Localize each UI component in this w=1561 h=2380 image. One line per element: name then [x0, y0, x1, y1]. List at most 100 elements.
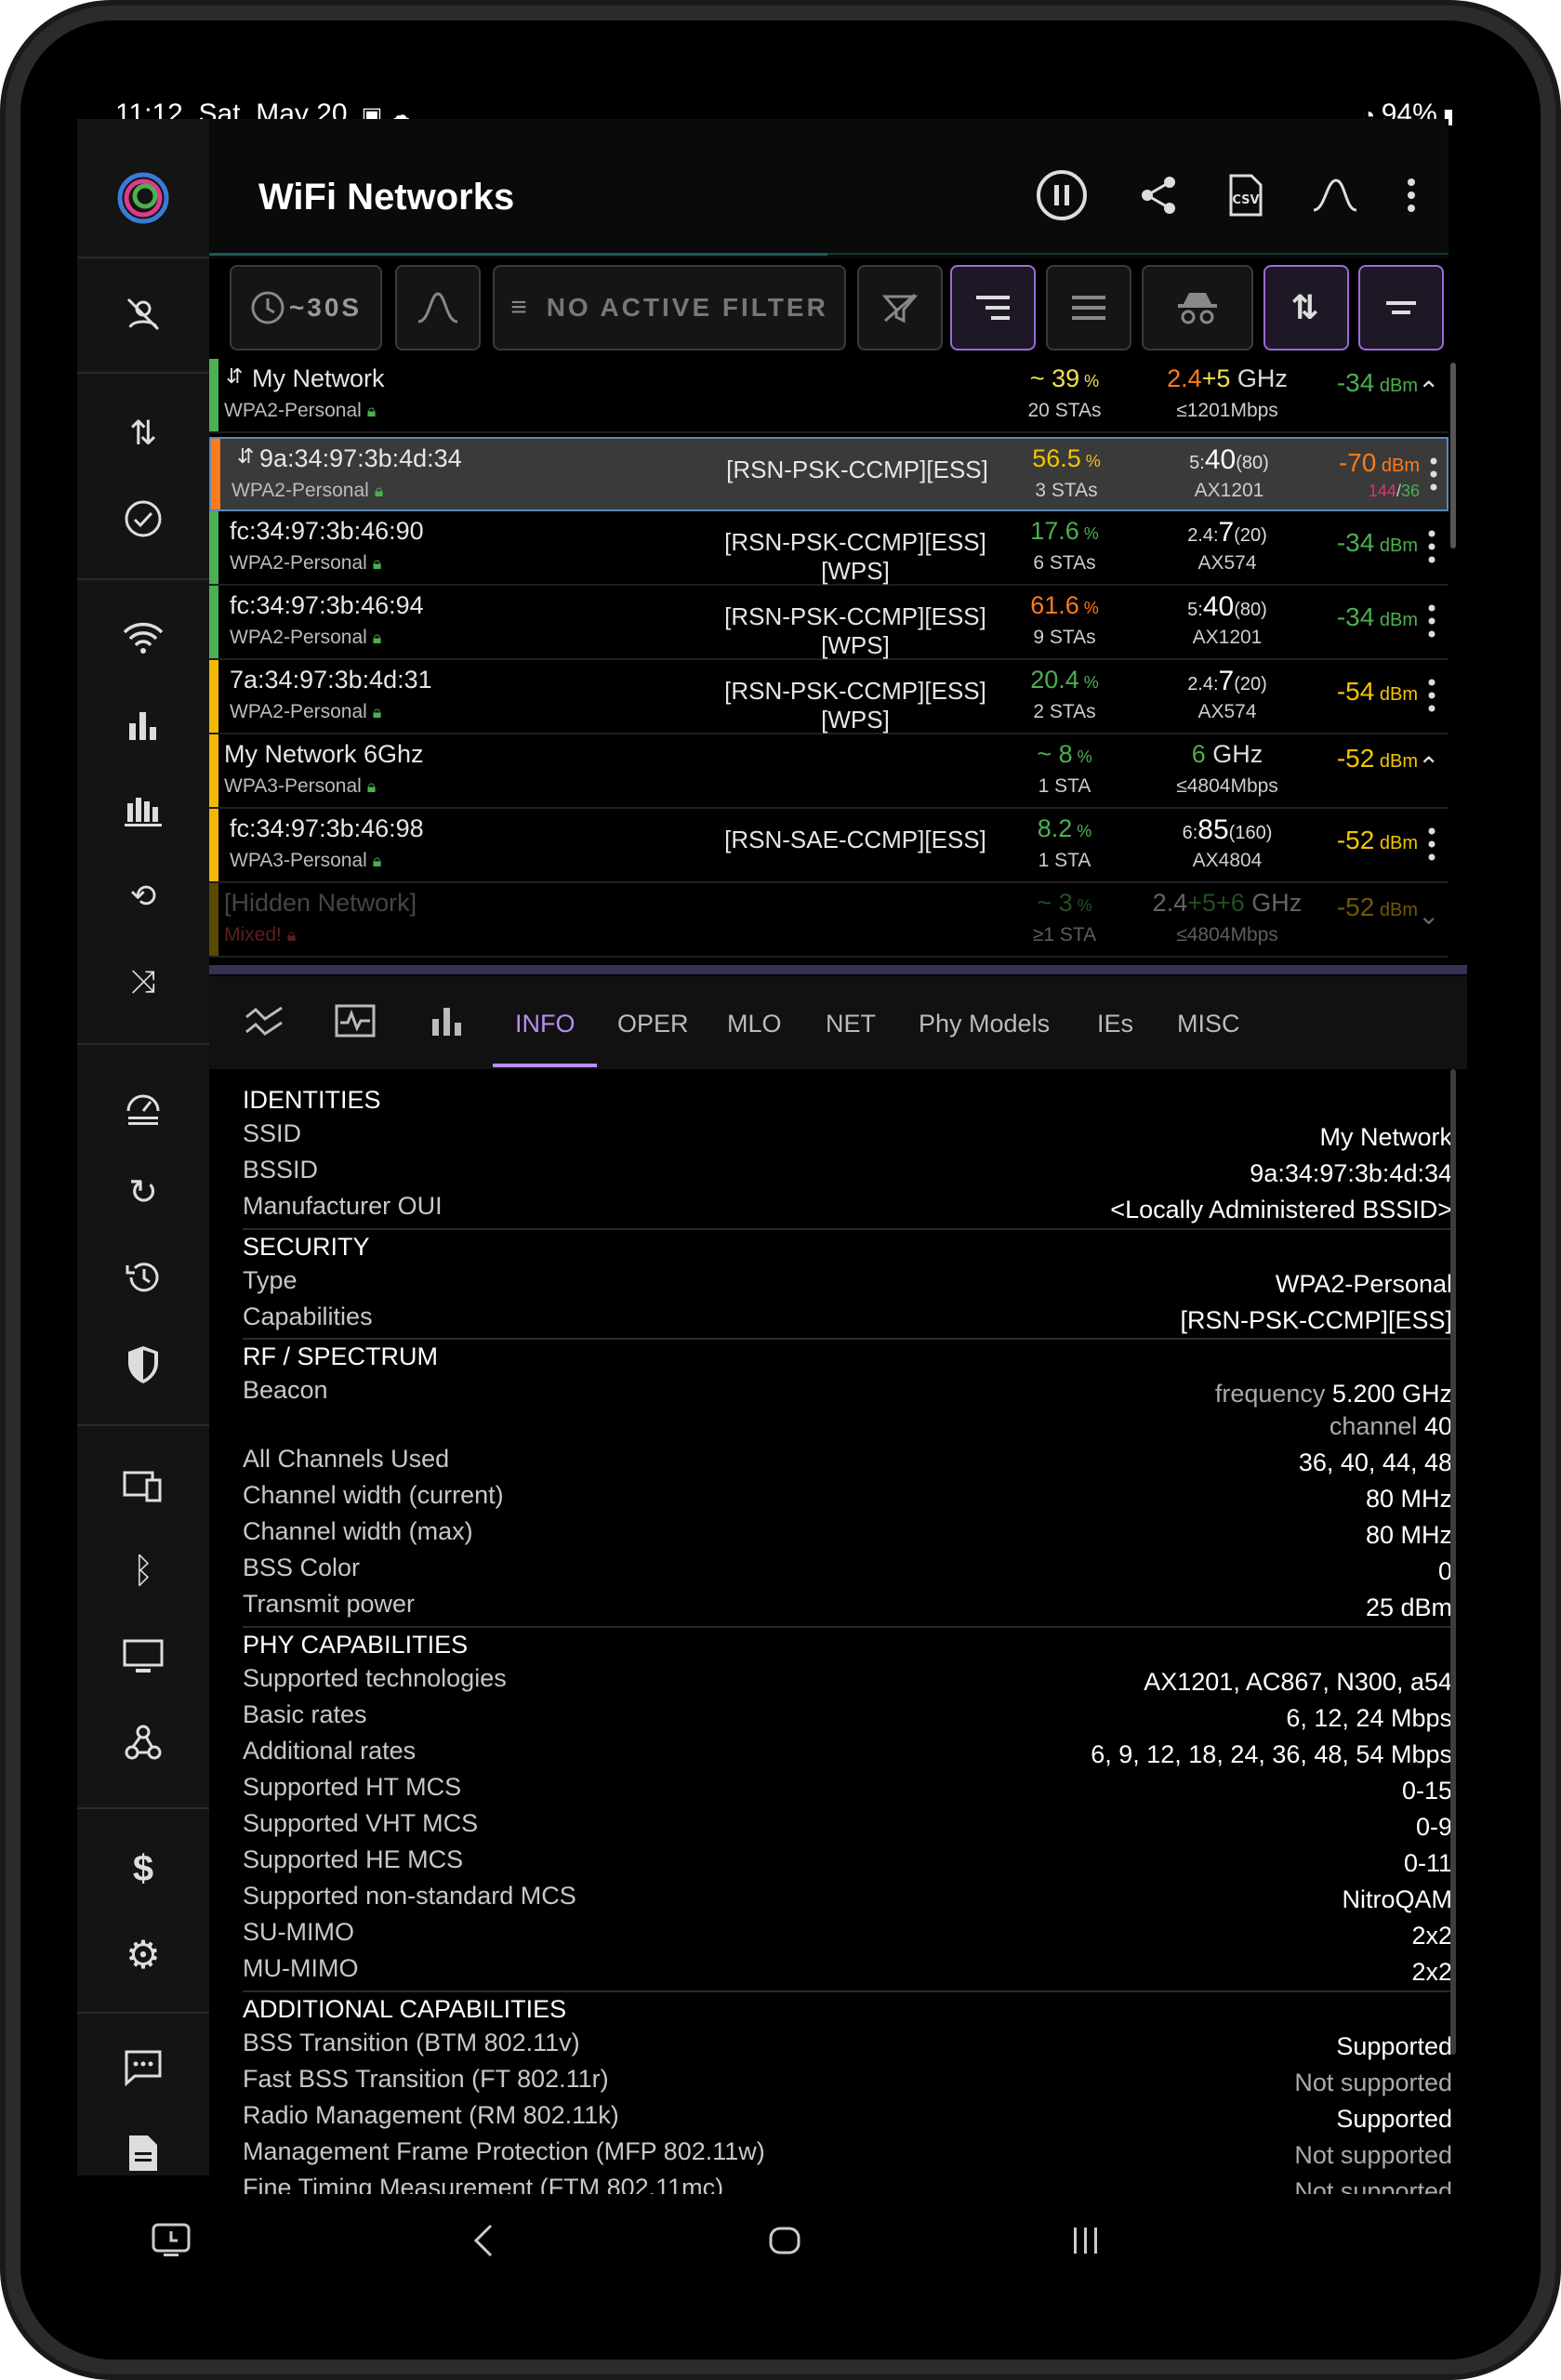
shield-icon[interactable]: [77, 1337, 209, 1393]
signal-unit: dBm: [1374, 684, 1418, 705]
security-type: Mixed! 🔒︎: [224, 924, 296, 946]
check-circle-icon[interactable]: [77, 491, 209, 547]
vht-mcs-label: Supported VHT MCS: [243, 1809, 479, 1837]
wifi-icon[interactable]: [77, 610, 209, 666]
list-scrollbar[interactable]: [1450, 363, 1456, 549]
capabilities-flags: [RSN-SAE-CCMP][ESS]: [724, 826, 986, 853]
compact-view-button[interactable]: [1358, 265, 1444, 350]
incognito-button[interactable]: [1142, 265, 1253, 350]
chevron-up-icon[interactable]: ⌃: [1418, 751, 1439, 782]
rail-divider: [77, 1043, 209, 1045]
dollar-icon[interactable]: $: [77, 1841, 209, 1897]
tab-net[interactable]: NET: [826, 1010, 876, 1038]
utilization-unit: %: [1078, 524, 1099, 543]
security-type: WPA2-Personal 🔒︎: [230, 627, 381, 649]
bluetooth-icon[interactable]: ᛒ: [77, 1543, 209, 1599]
info-panel: IDENTITIES SSID My Network BSSID 9a:34:9…: [209, 1069, 1467, 2194]
signal-level: -54 dBm: [1288, 677, 1418, 707]
gear-icon[interactable]: ⚙: [77, 1926, 209, 1982]
info-scrollbar[interactable]: [1450, 1069, 1456, 2055]
signal-curve-button[interactable]: [1307, 167, 1363, 223]
bar-chart-icon[interactable]: [77, 697, 209, 753]
technologies-label: Supported technologies: [243, 1664, 507, 1692]
sort-direction-button[interactable]: ⇅: [1263, 265, 1349, 350]
row-menu-icon[interactable]: [1429, 456, 1438, 497]
overflow-menu-button[interactable]: [1383, 167, 1439, 223]
clear-filter-button[interactable]: [857, 265, 943, 350]
back-icon[interactable]: [472, 2224, 495, 2262]
feedback-icon[interactable]: [77, 2040, 209, 2096]
band-suffix: GHz: [1230, 364, 1288, 392]
devices-icon[interactable]: [77, 1458, 209, 1514]
pause-button[interactable]: [1034, 167, 1090, 223]
band-suffix: (20): [1234, 674, 1267, 694]
access-point-row[interactable]: fc:34:97:3b:46:90 WPA2-Personal 🔒︎ [RSN-PS…: [209, 511, 1449, 586]
row-menu-icon[interactable]: [1427, 528, 1436, 570]
signal-value: -54: [1336, 677, 1375, 706]
app-logo-icon[interactable]: [77, 170, 209, 226]
document-icon[interactable]: [77, 2125, 209, 2181]
row-menu-icon[interactable]: [1427, 826, 1436, 867]
utilization-value: 17.6: [1030, 517, 1079, 545]
capabilities: [RSN-PSK-CCMP][ESS] [WPS]: [716, 677, 995, 734]
chevron-up-icon[interactable]: ⌃: [1418, 376, 1439, 406]
capabilities-flags: [RSN-PSK-CCMP][ESS]: [724, 602, 986, 630]
scan-interval-button[interactable]: ~30S: [230, 265, 382, 350]
tab-oper[interactable]: OPER: [617, 1010, 689, 1038]
row-menu-icon[interactable]: [1427, 602, 1436, 644]
access-point-row[interactable]: fc:34:97:3b:46:98 WPA3-Personal 🔒︎ [RSN-SA…: [209, 809, 1449, 883]
lock-icon: 🔒︎: [372, 852, 382, 870]
tab-phy-models[interactable]: Phy Models: [919, 1010, 1050, 1038]
channel-graph-icon[interactable]: [77, 783, 209, 839]
signal-unit: dBm: [1374, 610, 1418, 630]
split-handle[interactable]: [209, 965, 1467, 974]
history-icon[interactable]: [77, 1250, 209, 1305]
share-button[interactable]: [1131, 167, 1186, 223]
recents-icon[interactable]: [1071, 2226, 1101, 2260]
filter-button[interactable]: ≡ NO ACTIVE FILTER: [493, 265, 846, 350]
system-nav-bar: [0, 2175, 1561, 2361]
tab-bar-chart[interactable]: [430, 1004, 464, 1042]
network-name: fc:34:97:3b:46:90: [230, 517, 424, 545]
network-group-row[interactable]: ⇵ My Network WPA2-Personal 🔒︎ ~ 39 % 20 STAs…: [209, 359, 1449, 433]
page-title: WiFi Networks: [258, 177, 515, 218]
lock-icon: 🔒︎: [372, 628, 382, 647]
divider: [243, 1228, 1451, 1230]
speedometer-icon[interactable]: [77, 1078, 209, 1134]
list-view-button[interactable]: [1046, 265, 1131, 350]
station-count: 3 STAs: [1035, 480, 1098, 501]
roaming-icon[interactable]: ⟲: [77, 868, 209, 924]
network-group-row[interactable]: [Hidden Network] Mixed! 🔒︎ ~ 3 % ≥1 STA 2.4+…: [209, 883, 1449, 958]
tab-signal-monitor[interactable]: [335, 1004, 376, 1042]
access-point-row[interactable]: fc:34:97:3b:46:94 WPA2-Personal 🔒︎ [RSN-PS…: [209, 586, 1449, 660]
chevron-down-icon[interactable]: ⌄: [1418, 900, 1439, 931]
signal-unit: dBm: [1374, 376, 1418, 396]
monitor-icon[interactable]: [77, 1629, 209, 1685]
band-suffix: (160): [1228, 823, 1273, 843]
mfp-label: Management Frame Protection (MFP 802.11w…: [243, 2137, 765, 2165]
tab-ies[interactable]: IEs: [1097, 1010, 1133, 1038]
sync-icon[interactable]: ↻: [77, 1164, 209, 1220]
row-menu-icon[interactable]: [1427, 677, 1436, 719]
csv-export-button[interactable]: CSV: [1218, 167, 1274, 223]
signal-value: -52: [1336, 826, 1375, 854]
tab-info[interactable]: INFO: [515, 1010, 575, 1038]
graph-toggle-button[interactable]: [395, 265, 481, 350]
webhook-icon[interactable]: [77, 1714, 209, 1770]
no-location-icon[interactable]: [77, 286, 209, 342]
shuffle-icon[interactable]: ⤨: [77, 954, 209, 1010]
svg-text:CSV: CSV: [1232, 193, 1259, 207]
sort-indent-button[interactable]: [950, 265, 1036, 350]
home-icon[interactable]: [768, 2226, 801, 2260]
access-point-row[interactable]: 7a:34:97:3b:4d:31 WPA2-Personal 🔒︎ [RSN-PS…: [209, 660, 1449, 734]
navigation-rail: ⇅ ⟲ ⤨ ↻ ᛒ $ ⚙: [77, 119, 209, 2175]
network-group-row[interactable]: My Network 6Ghz WPA3-Personal 🔒︎ ~ 8 % 1 ST…: [209, 734, 1449, 809]
recent-apps-taskbar-icon[interactable]: [151, 2222, 192, 2264]
tab-mlo[interactable]: MLO: [727, 1010, 782, 1038]
access-point-row[interactable]: ⇵ 9a:34:97:3b:4d:34 WPA2-Personal 🔒︎ [RSN-P…: [209, 437, 1449, 511]
tab-misc[interactable]: MISC: [1177, 1010, 1240, 1038]
tab-signal-graph[interactable]: [245, 1004, 284, 1042]
station-count: ≥1 STA: [1032, 924, 1097, 945]
sort-arrows-icon[interactable]: ⇅: [77, 405, 209, 461]
security-label: WPA2-Personal: [230, 701, 367, 722]
